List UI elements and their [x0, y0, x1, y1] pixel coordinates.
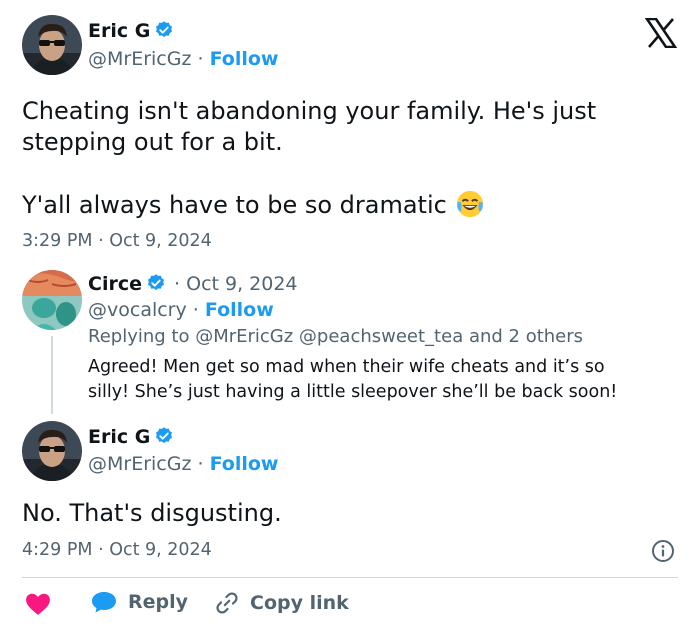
- avatar-circe[interactable]: [22, 270, 82, 330]
- reply-bubble-icon: [90, 590, 118, 614]
- laughing-emoji-icon: [454, 189, 486, 219]
- response-text: No. That's disgusting.: [22, 499, 282, 527]
- reply-body: Agreed! Men get so mad when their wife c…: [88, 355, 617, 405]
- author-name[interactable]: Eric G: [88, 426, 150, 448]
- thread-connector-line: [51, 336, 53, 414]
- reply-author-name[interactable]: Circe: [88, 273, 142, 295]
- reply-author-handle[interactable]: @vocalcry: [88, 299, 187, 321]
- verified-badge-icon: [154, 426, 174, 446]
- reply-button[interactable]: Reply: [90, 590, 188, 614]
- tweet-body: Cheating isn't abandoning your family. H…: [22, 96, 682, 221]
- like-button[interactable]: [25, 592, 51, 616]
- info-icon[interactable]: [651, 539, 675, 563]
- author-handle[interactable]: @MrEricGz: [88, 453, 191, 475]
- response-timestamp[interactable]: 4:29 PM · Oct 9, 2024: [22, 540, 212, 560]
- reply-label: Reply: [128, 591, 189, 613]
- avatar-eric[interactable]: [22, 15, 82, 75]
- reply-follow-button[interactable]: Follow: [205, 299, 274, 321]
- tweet-timestamp[interactable]: 3:29 PM · Oct 9, 2024: [22, 231, 212, 251]
- tweet-text-line: Y'all always have to be so dramatic: [22, 191, 447, 219]
- tweet-text-line: stepping out for a bit.: [22, 128, 283, 156]
- heart-icon: [26, 593, 50, 615]
- link-icon: [214, 590, 240, 616]
- copy-link-label: Copy link: [250, 592, 349, 614]
- copy-link-button[interactable]: Copy link: [214, 590, 349, 616]
- author-name[interactable]: Eric G: [88, 20, 150, 42]
- tweet-text-line: Cheating isn't abandoning your family. H…: [22, 97, 597, 125]
- replying-to[interactable]: Replying to @MrEricGz @peachsweet_tea an…: [88, 326, 583, 347]
- follow-button[interactable]: Follow: [210, 453, 279, 475]
- reply-date[interactable]: · Oct 9, 2024: [174, 273, 298, 295]
- reply-text-line: Agreed! Men get so mad when their wife c…: [88, 357, 605, 377]
- separator-dot: ·: [197, 453, 204, 475]
- verified-badge-icon: [146, 273, 166, 293]
- author-handle[interactable]: @MrEricGz: [88, 48, 191, 70]
- verified-badge-icon: [154, 20, 174, 40]
- separator-dot: ·: [197, 48, 204, 70]
- avatar-eric[interactable]: [22, 421, 82, 481]
- separator-dot: ·: [192, 299, 199, 321]
- divider: [22, 577, 678, 578]
- reply-text-line: silly! She’s just having a little sleepo…: [88, 382, 618, 402]
- follow-button[interactable]: Follow: [210, 48, 279, 70]
- x-logo-icon[interactable]: [644, 17, 678, 49]
